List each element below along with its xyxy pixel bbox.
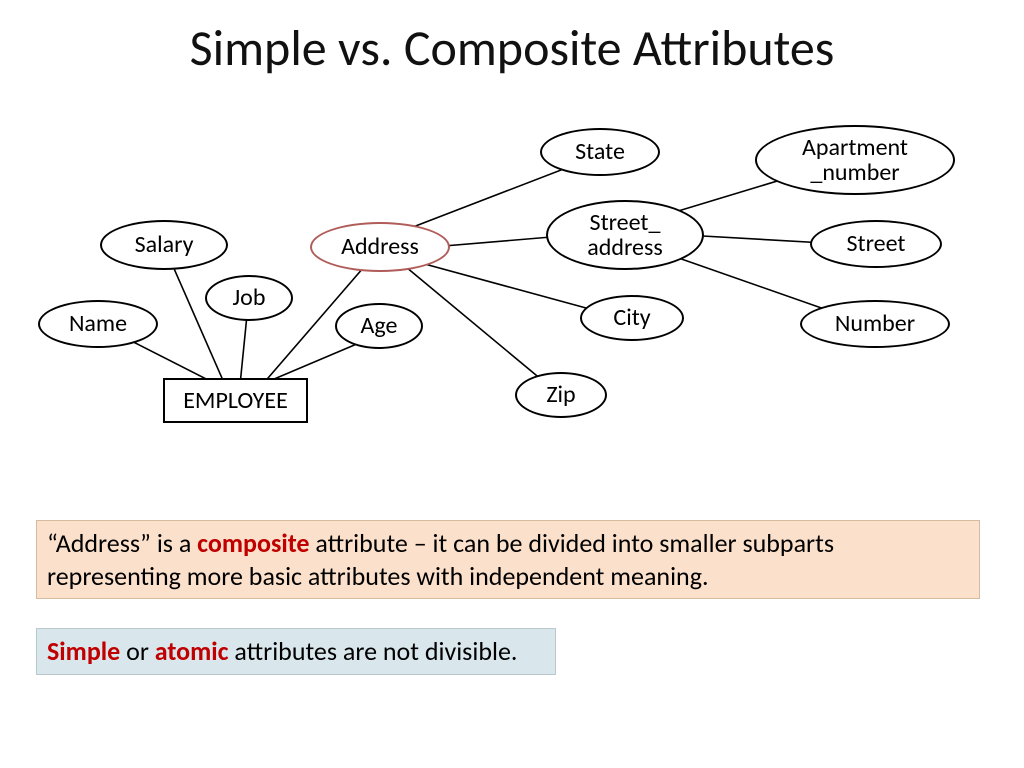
- keyword-atomic: atomic: [155, 635, 229, 667]
- attr-apartment-number: Apartment _number: [755, 125, 955, 195]
- attr-age: Age: [335, 303, 423, 349]
- keyword-composite: composite: [197, 527, 309, 559]
- entity-employee: EMPLOYEE: [163, 378, 308, 423]
- slide-title: Simple vs. Composite Attributes: [0, 18, 1024, 79]
- keyword-simple: Simple: [47, 635, 120, 667]
- attr-zip: Zip: [515, 372, 607, 418]
- attr-number: Number: [800, 300, 950, 348]
- attr-name: Name: [38, 300, 158, 348]
- attr-job: Job: [205, 275, 293, 321]
- callout-simple-atomic: Simple or atomic attributes are not divi…: [36, 628, 556, 675]
- attr-salary: Salary: [100, 220, 228, 270]
- attr-state: State: [540, 128, 660, 176]
- attr-street-address: Street_ address: [546, 200, 704, 270]
- slide: Simple vs. Composite Attributes: [0, 0, 1024, 768]
- callout-text: attributes are not divisible.: [229, 635, 518, 667]
- callout-text: or: [120, 635, 155, 667]
- attr-street: Street: [810, 220, 942, 268]
- callout-text: “Address” is a: [47, 527, 197, 559]
- attr-city: City: [580, 295, 684, 341]
- callout-composite: “Address” is a composite attribute – it …: [36, 520, 980, 599]
- attr-address: Address: [310, 222, 450, 272]
